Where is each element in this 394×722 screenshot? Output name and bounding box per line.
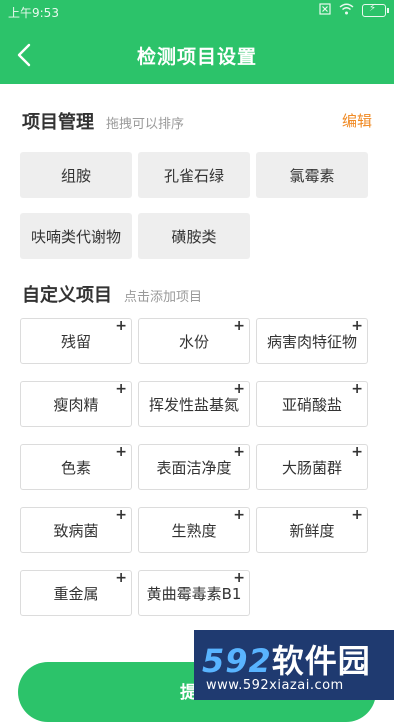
status-bar: 上午9:53 ⚡ (0, 0, 394, 26)
status-time: 上午9:53 (8, 6, 59, 20)
managed-item[interactable]: 磺胺类 (138, 213, 250, 259)
custom-item-label: 表面洁净度 (156, 458, 232, 477)
add-icon[interactable]: + (233, 571, 245, 585)
watermark-url: www.592xiazai.com (206, 678, 344, 693)
custom-section-hint: 点击添加项目 (124, 290, 203, 305)
custom-item[interactable]: 瘦肉精 + (20, 381, 132, 427)
custom-item[interactable]: 挥发性盐基氮 + (138, 381, 250, 427)
custom-section-title: 自定义项目 (22, 285, 112, 306)
add-icon[interactable]: + (233, 508, 245, 522)
watermark-brand: 592软件园 (202, 636, 371, 682)
close-box-icon (319, 3, 331, 18)
add-icon[interactable]: + (233, 319, 245, 333)
custom-item[interactable]: 新鲜度 + (256, 507, 368, 553)
add-icon[interactable]: + (233, 445, 245, 459)
page-title: 检测项目设置 (136, 46, 257, 68)
watermark-logo: 592软件园 www.592xiazai.com (194, 630, 394, 700)
add-icon[interactable]: + (115, 382, 127, 396)
status-icons: ⚡ (319, 3, 389, 18)
watermark-digits: 592 (202, 642, 272, 680)
custom-item-label: 亚硝酸盐 (281, 395, 342, 414)
custom-item[interactable]: 残留 + (20, 318, 132, 364)
managed-item[interactable]: 孔雀石绿 (138, 152, 250, 198)
custom-item-label: 生熟度 (171, 521, 217, 540)
custom-item-label: 色素 (60, 458, 91, 477)
managed-item[interactable]: 呋喃类代谢物 (20, 213, 132, 259)
custom-item[interactable]: 重金属 + (20, 570, 132, 616)
custom-item-label: 病害肉特征物 (266, 332, 357, 351)
custom-item[interactable]: 表面洁净度 + (138, 444, 250, 490)
custom-item-label: 瘦肉精 (53, 395, 99, 414)
custom-item[interactable]: 致病菌 + (20, 507, 132, 553)
battery-charging-icon: ⚡ (362, 3, 389, 17)
add-icon[interactable]: + (351, 382, 363, 396)
add-icon[interactable]: + (115, 445, 127, 459)
custom-item[interactable]: 亚硝酸盐 + (256, 381, 368, 427)
manage-section-hint: 拖拽可以排序 (106, 117, 185, 132)
add-icon[interactable]: + (115, 571, 127, 585)
custom-item-label: 挥发性盐基氮 (148, 395, 239, 414)
custom-item[interactable]: 色素 + (20, 444, 132, 490)
custom-item-label: 致病菌 (53, 521, 99, 540)
custom-item-label: 残留 (60, 332, 91, 351)
add-icon[interactable]: + (351, 445, 363, 459)
custom-item[interactable]: 生熟度 + (138, 507, 250, 553)
manage-section-title: 项目管理 (22, 112, 94, 133)
custom-item[interactable]: 大肠菌群 + (256, 444, 368, 490)
add-icon[interactable]: + (233, 382, 245, 396)
wifi-icon (339, 3, 354, 18)
custom-item[interactable]: 黄曲霉毒素B1 + (138, 570, 250, 616)
custom-item-label: 水份 (178, 332, 209, 351)
custom-section-header: 自定义项目 点击添加项目 (22, 281, 202, 307)
manage-section-header: 项目管理 拖拽可以排序 (22, 108, 184, 134)
watermark-text: 软件园 (271, 642, 371, 680)
custom-item-label: 重金属 (53, 584, 99, 603)
custom-item-label: 新鲜度 (289, 521, 335, 540)
custom-item-label: 大肠菌群 (281, 458, 342, 477)
add-icon[interactable]: + (351, 319, 363, 333)
custom-item[interactable]: 病害肉特征物 + (256, 318, 368, 364)
custom-item-label: 黄曲霉毒素B1 (146, 584, 242, 603)
edit-button[interactable]: 编辑 (342, 110, 372, 131)
add-icon[interactable]: + (115, 319, 127, 333)
app-header: 上午9:53 ⚡ 检测项目设置 (0, 0, 394, 84)
add-icon[interactable]: + (351, 508, 363, 522)
managed-item[interactable]: 氯霉素 (256, 152, 368, 198)
add-icon[interactable]: + (115, 508, 127, 522)
custom-item[interactable]: 水份 + (138, 318, 250, 364)
managed-item[interactable]: 组胺 (20, 152, 132, 198)
